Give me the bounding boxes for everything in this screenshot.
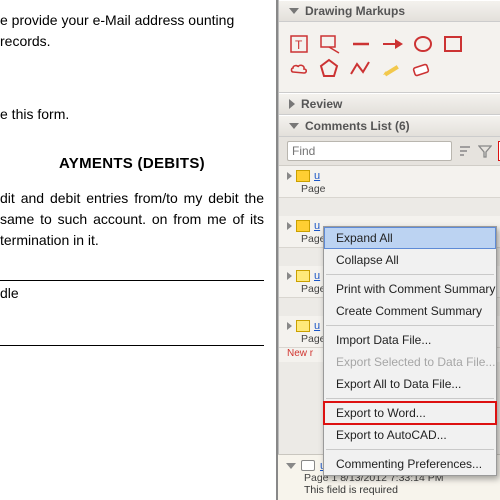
menu-separator [326,325,494,326]
drawing-markups-tools: T [279,22,500,93]
speech-bubble-icon [301,460,315,471]
section-title: Comments List (6) [305,119,410,133]
doc-heading: AYMENTS (DEBITS) [0,153,264,176]
comments-list-header[interactable]: Comments List (6) [279,115,500,137]
comments-search-bar [279,137,500,166]
menu-export-all[interactable]: Export All to Data File... [324,373,496,395]
chevron-down-icon [286,463,296,469]
comment-item[interactable]: u Page [279,166,500,198]
arrow-icon[interactable] [381,34,403,54]
signature-label: dle [0,283,264,304]
highlight-icon [296,320,310,332]
doc-paragraph: e this form. [0,104,264,125]
chevron-right-icon [287,222,292,230]
comment-body: This field is required [304,484,492,496]
menu-print-summary[interactable]: Print with Comment Summary [324,278,496,300]
chevron-down-icon [289,8,299,14]
menu-separator [326,398,494,399]
menu-separator [326,449,494,450]
menu-create-summary[interactable]: Create Comment Summary [324,300,496,322]
doc-paragraph: e provide your e-Mail address ounting re… [0,10,264,52]
menu-collapse-all[interactable]: Collapse All [324,249,496,271]
sticky-note-icon [296,170,310,182]
line-icon[interactable] [351,34,371,54]
oval-icon[interactable] [413,34,433,54]
chevron-right-icon [289,99,295,109]
search-input[interactable] [287,141,452,161]
callout-icon[interactable] [319,34,341,54]
document-panel: e provide your e-Mail address ounting re… [0,0,278,500]
menu-export-selected: Export Selected to Data File... [324,351,496,373]
pencil-icon[interactable] [381,58,401,78]
sticky-note-icon [296,220,310,232]
menu-import-data[interactable]: Import Data File... [324,329,496,351]
menu-separator [326,274,494,275]
chevron-right-icon [287,172,292,180]
section-title: Review [301,97,342,111]
comment-user: u [314,170,320,182]
sort-icon[interactable] [458,144,472,158]
filter-icon[interactable] [478,144,492,158]
highlight-icon [296,270,310,282]
comment-user: u [314,220,320,232]
drawing-markups-header[interactable]: Drawing Markups [279,0,500,22]
section-title: Drawing Markups [305,4,405,18]
rectangle-icon[interactable] [443,34,463,54]
chevron-down-icon [289,123,299,129]
cloud-icon[interactable] [289,58,309,78]
svg-text:T: T [295,38,303,52]
comment-user: u [314,270,320,282]
text-box-icon[interactable]: T [289,34,309,54]
signature-line[interactable] [0,324,264,346]
comment-user: u [314,320,320,332]
options-context-menu: Expand All Collapse All Print with Comme… [323,226,497,476]
signature-line[interactable] [0,259,264,281]
chevron-right-icon [287,272,292,280]
polygon-icon[interactable] [319,58,339,78]
chevron-right-icon [287,322,292,330]
menu-commenting-prefs[interactable]: Commenting Preferences... [324,453,496,475]
review-header[interactable]: Review [279,93,500,115]
doc-paragraph: dit and debit entries from/to my debit t… [0,188,264,251]
menu-export-word[interactable]: Export to Word... [324,402,496,424]
polyline-icon[interactable] [349,58,371,78]
menu-expand-all[interactable]: Expand All [324,227,496,249]
menu-export-autocad[interactable]: Export to AutoCAD... [324,424,496,446]
eraser-icon[interactable] [411,58,431,78]
comment-meta: Page [301,183,492,195]
